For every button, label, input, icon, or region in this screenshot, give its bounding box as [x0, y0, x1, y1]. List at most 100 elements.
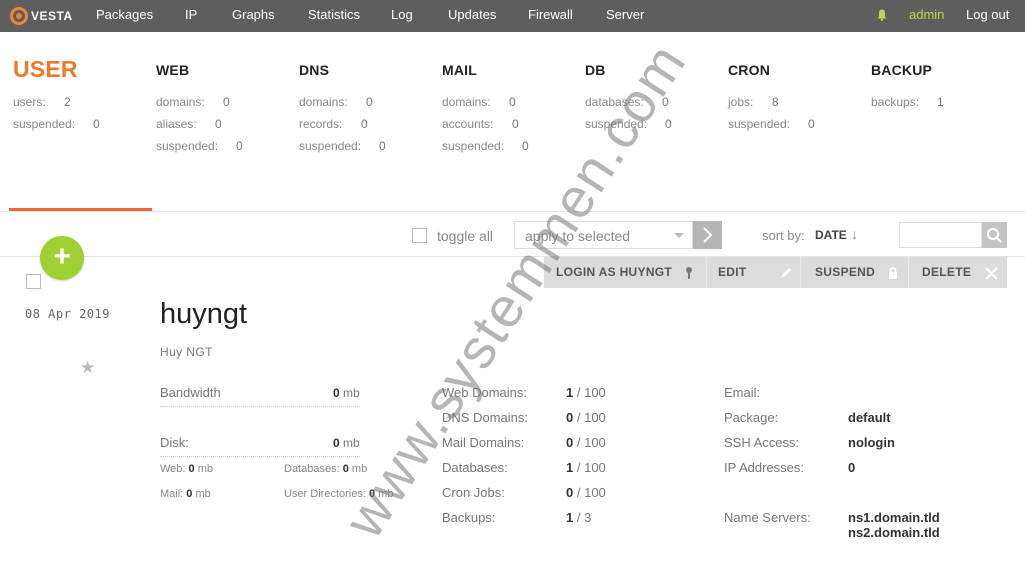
sort-by-value[interactable]: DATE — [815, 228, 847, 242]
user-created-date: 08 Apr 2019 — [25, 307, 110, 321]
stat-web-aliases: aliases: 0 — [156, 117, 222, 131]
stat-mail-accounts: accounts: 0 — [442, 117, 519, 131]
user-row-checkbox[interactable] — [26, 274, 41, 289]
nav-server[interactable]: Server — [606, 0, 644, 32]
sort-by-label: sort by: — [762, 228, 805, 243]
search-input[interactable] — [899, 222, 982, 248]
limit-cron-jobs-label: Cron Jobs: — [442, 485, 505, 500]
divider — [0, 211, 1025, 212]
stat-web-title[interactable]: WEB — [156, 62, 189, 78]
stat-cron-title[interactable]: CRON — [728, 62, 770, 78]
stat-user-title[interactable]: USER — [13, 56, 78, 83]
stat-mail-suspended: suspended: 0 — [442, 139, 529, 153]
stat-mail-title[interactable]: MAIL — [442, 62, 477, 78]
stat-web-suspended: suspended: 0 — [156, 139, 243, 153]
star-icon[interactable]: ★ — [80, 358, 95, 378]
name-server-2: ns2.domain.tld — [848, 525, 940, 540]
stat-db-title[interactable]: DB — [585, 62, 606, 78]
bandwidth-label: Bandwidth — [160, 385, 221, 400]
user-full-name: Huy NGT — [160, 345, 213, 359]
pencil-icon — [781, 268, 791, 278]
vesta-logo-icon — [10, 7, 28, 25]
nav-ip[interactable]: IP — [185, 0, 197, 32]
key-icon — [686, 267, 692, 279]
disk-label: Disk: — [160, 435, 189, 450]
toggle-all-checkbox[interactable] — [412, 228, 427, 243]
divider — [160, 406, 360, 407]
suspend-button[interactable]: SUSPEND — [815, 257, 875, 288]
stat-user-suspended: suspended: 0 — [13, 117, 100, 131]
stat-dns-records: records: 0 — [299, 117, 368, 131]
disk-value: 0 mb — [333, 436, 360, 450]
stat-mail-domains: domains: 0 — [442, 95, 516, 109]
delete-button[interactable]: DELETE — [922, 257, 971, 288]
user-actions-bar: LOGIN AS HUYNGT EDIT SUSPEND DELETE — [544, 257, 1007, 288]
toggle-all-label[interactable]: toggle all — [437, 228, 493, 244]
limit-databases-value: 1 / 100 — [566, 460, 606, 475]
divider — [800, 257, 801, 288]
nav-log[interactable]: Log — [391, 0, 413, 32]
add-user-button[interactable]: + — [40, 236, 84, 280]
name-servers-label: Name Servers: — [724, 510, 811, 525]
stat-dns-suspended: suspended: 0 — [299, 139, 386, 153]
limit-mail-domains-value: 0 / 100 — [566, 435, 606, 450]
limit-mail-domains-label: Mail Domains: — [442, 435, 525, 450]
login-as-button[interactable]: LOGIN AS HUYNGT — [556, 257, 672, 288]
apply-to-selected-dropdown[interactable]: apply to selected — [514, 221, 693, 249]
search-button[interactable] — [982, 222, 1007, 248]
apply-to-selected-text: apply to selected — [525, 228, 631, 244]
nav-graphs[interactable]: Graphs — [232, 0, 275, 32]
bandwidth-value: 0 mb — [333, 386, 360, 400]
logo-text: VESTA — [31, 9, 73, 23]
ip-addresses-label: IP Addresses: — [724, 460, 804, 475]
stat-cron-jobs: jobs: 8 — [728, 95, 779, 109]
current-user-link[interactable]: admin — [909, 0, 944, 30]
email-label: Email: — [724, 385, 761, 400]
divider — [908, 257, 909, 288]
nav-updates[interactable]: Updates — [448, 0, 496, 32]
limit-dns-domains-value: 0 / 100 — [566, 410, 606, 425]
limit-backups-value: 1 / 3 — [566, 510, 592, 525]
stat-db-databases: databases: 0 — [585, 95, 669, 109]
stat-cron-suspended: suspended: 0 — [728, 117, 815, 131]
limit-databases-label: Databases: — [442, 460, 508, 475]
dropdown-caret-icon — [674, 233, 684, 238]
username-heading: huyngt — [160, 298, 248, 330]
ip-addresses-value: 0 — [848, 460, 856, 475]
package-label: Package: — [724, 410, 779, 425]
stat-db-suspended: suspended: 0 — [585, 117, 672, 131]
stat-web-domains: domains: 0 — [156, 95, 230, 109]
nav-firewall[interactable]: Firewall — [528, 0, 573, 32]
package-value: default — [848, 410, 891, 425]
divider — [706, 257, 707, 288]
top-navigation-bar: VESTA Packages IP Graphs Statistics Log … — [0, 0, 1025, 32]
search-icon — [987, 228, 1002, 243]
vesta-logo[interactable]: VESTA — [10, 6, 73, 26]
close-icon — [985, 267, 998, 280]
limit-cron-jobs-value: 0 / 100 — [566, 485, 606, 500]
disk-databases: Databases: 0 mb — [284, 463, 368, 475]
ssh-access-value: nologin — [848, 435, 895, 450]
chevron-right-icon — [703, 227, 713, 243]
limit-web-domains-label: Web Domains: — [442, 385, 528, 400]
logout-link[interactable]: Log out — [966, 0, 1009, 30]
stat-dns-domains: domains: 0 — [299, 95, 373, 109]
stat-dns-title[interactable]: DNS — [299, 62, 329, 78]
limit-web-domains-value: 1 / 100 — [566, 385, 606, 400]
plus-icon: + — [53, 240, 71, 273]
name-server-1: ns1.domain.tld — [848, 510, 940, 525]
disk-mail: Mail: 0 mb — [160, 488, 211, 500]
stat-user-users: users: 2 — [13, 95, 71, 109]
nav-packages[interactable]: Packages — [96, 0, 153, 32]
nav-statistics[interactable]: Statistics — [308, 0, 360, 32]
stat-backup-title[interactable]: BACKUP — [871, 62, 932, 78]
ssh-access-label: SSH Access: — [724, 435, 800, 450]
apply-button[interactable] — [693, 221, 722, 249]
divider — [160, 456, 360, 457]
disk-web: Web: 0 mb — [160, 463, 214, 475]
sort-direction-icon[interactable]: ↓ — [851, 226, 858, 242]
stat-backup-backups: backups: 1 — [871, 95, 944, 109]
bell-icon[interactable] — [877, 9, 887, 21]
edit-button[interactable]: EDIT — [718, 257, 747, 288]
lock-icon — [889, 267, 897, 279]
